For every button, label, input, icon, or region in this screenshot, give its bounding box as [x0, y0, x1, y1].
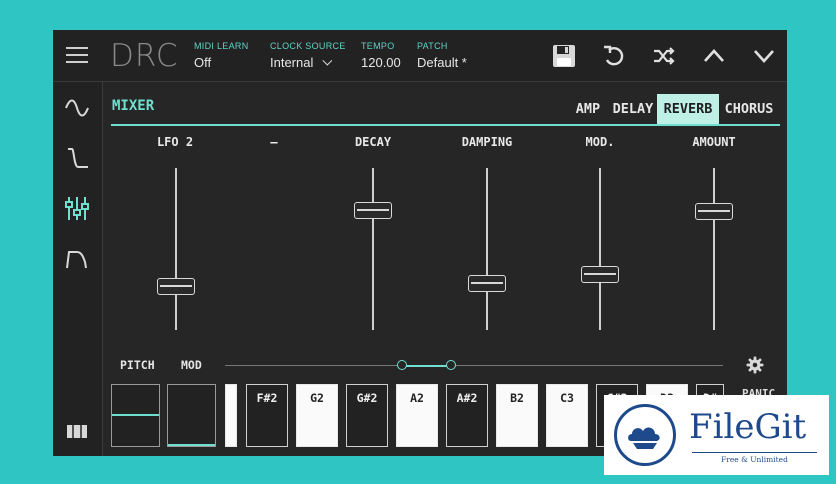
mixer-sliders-icon[interactable]: [63, 194, 91, 222]
piano-key[interactable]: B2: [496, 384, 538, 447]
hamburger-icon[interactable]: [63, 42, 91, 68]
clock-source-field[interactable]: CLOCK SOURCE Internal: [270, 41, 346, 70]
tab-delay[interactable]: DELAY: [611, 94, 655, 124]
keyboard-range-selection: [402, 365, 451, 367]
floppy-disk-icon[interactable]: [551, 43, 577, 69]
watermark-name: FileGit: [689, 407, 807, 447]
fader-label-damping: DAMPING: [461, 135, 513, 149]
tab-reverb[interactable]: REVERB: [657, 94, 719, 124]
filter-icon[interactable]: [63, 244, 91, 272]
fader-thumb-lfo2[interactable]: [157, 277, 195, 295]
filegit-logo-icon: [614, 404, 676, 466]
range-handle-low[interactable]: [397, 360, 407, 370]
fader-label-lfo2: LFO 2: [156, 135, 194, 149]
chevron-up-icon[interactable]: [701, 43, 727, 69]
tab-underline: [111, 124, 780, 126]
chevron-down-icon[interactable]: [751, 43, 777, 69]
piano-key[interactable]: G2: [296, 384, 338, 447]
piano-key[interactable]: A2: [396, 384, 438, 447]
chevron-down-icon: [322, 55, 333, 66]
fader-label-decay: DECAY: [354, 135, 392, 149]
fader-thumb-decay[interactable]: [354, 201, 392, 219]
tempo-value: 120.00: [361, 55, 401, 70]
mod-label: MOD: [181, 358, 202, 372]
fader-track-decay: [372, 168, 374, 330]
keyboard-icon[interactable]: [63, 418, 91, 446]
tab-amp[interactable]: AMP: [567, 94, 609, 124]
fader-track-lfo2: [175, 168, 177, 330]
filegit-watermark: FileGit Free & Unlimited: [604, 395, 829, 475]
midi-learn-value: Off: [194, 55, 212, 70]
fader-thumb-mod[interactable]: [581, 266, 619, 284]
piano-key[interactable]: G#2: [346, 384, 388, 447]
piano-key[interactable]: A#2: [446, 384, 488, 447]
undo-icon[interactable]: [601, 43, 627, 69]
fader-track-mod: [599, 168, 601, 330]
piano-key[interactable]: F#2: [246, 384, 288, 447]
tab-chorus[interactable]: CHORUS: [721, 94, 777, 124]
midi-learn-field[interactable]: MIDI LEARN Off: [194, 41, 249, 70]
fader-track-damping: [486, 168, 488, 330]
tempo-field[interactable]: TEMPO 120.00: [361, 41, 401, 70]
mod-wheel[interactable]: [167, 384, 216, 447]
fader-thumb-damping[interactable]: [468, 274, 506, 292]
patch-value: Default *: [417, 55, 467, 70]
clock-source-label: CLOCK SOURCE: [270, 41, 346, 51]
mixer-title: MIXER: [112, 98, 155, 114]
fader-track-amount: [713, 168, 715, 330]
sine-wave-icon[interactable]: [63, 94, 91, 122]
shuffle-icon[interactable]: [651, 43, 677, 69]
midi-learn-label: MIDI LEARN: [194, 41, 249, 51]
piano-key[interactable]: C3: [546, 384, 588, 447]
sidebar: [53, 82, 103, 456]
fader-label-amount: AMOUNT: [692, 135, 736, 149]
watermark-tagline: Free & Unlimited: [692, 452, 817, 464]
app-logo: DRC: [110, 38, 179, 74]
pitch-wheel[interactable]: [111, 384, 160, 447]
tempo-label: TEMPO: [361, 41, 395, 51]
keyboard-range-slider[interactable]: [225, 365, 723, 366]
range-handle-high[interactable]: [446, 360, 456, 370]
gear-icon[interactable]: [746, 356, 764, 374]
envelope-icon[interactable]: [63, 144, 91, 172]
piano-key[interactable]: [225, 384, 237, 447]
patch-field[interactable]: PATCH Default *: [417, 41, 467, 70]
clock-source-value: Internal: [270, 55, 314, 70]
synth-app: DRC MIDI LEARN Off CLOCK SOURCE Internal…: [53, 30, 787, 456]
top-bar: DRC MIDI LEARN Off CLOCK SOURCE Internal…: [53, 30, 787, 82]
pitch-label: PITCH: [120, 358, 155, 372]
fader-thumb-amount[interactable]: [695, 203, 733, 221]
fader-label-empty: –: [270, 135, 278, 149]
fader-label-mod: MOD.: [585, 135, 615, 149]
patch-label: PATCH: [417, 41, 448, 51]
